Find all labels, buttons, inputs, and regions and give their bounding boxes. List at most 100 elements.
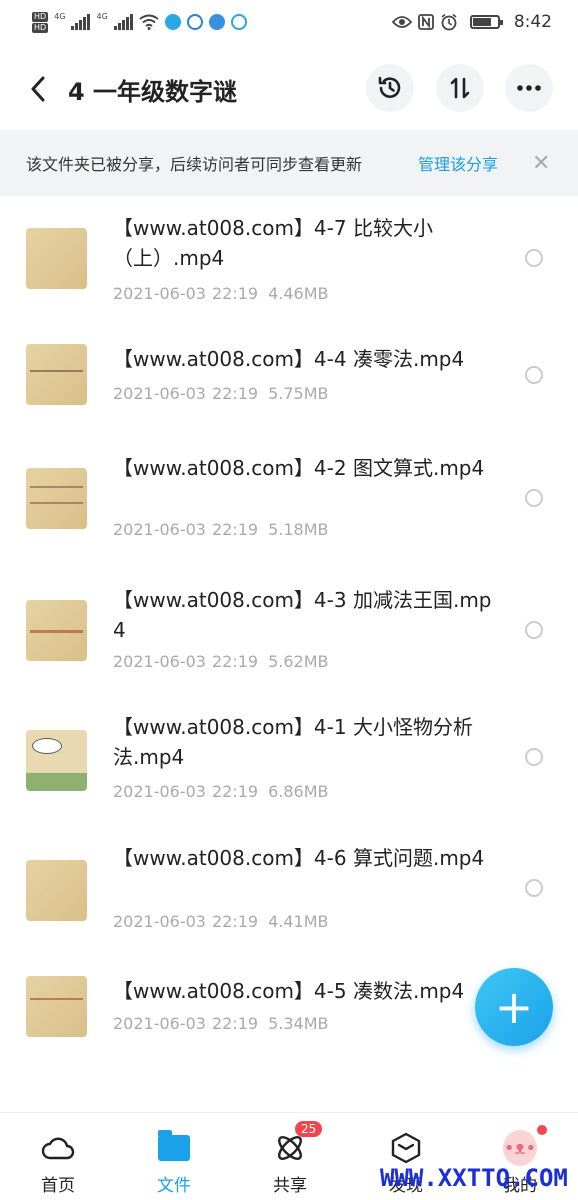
back-button[interactable] (26, 74, 50, 104)
history-button[interactable] (366, 64, 414, 112)
video-thumbnail (26, 600, 87, 661)
video-thumbnail (26, 860, 87, 921)
chevron-left-icon (31, 76, 45, 102)
file-size: 6.86MB (268, 782, 329, 801)
file-date: 2021-06-03 (113, 1014, 206, 1033)
tab-home-label: 首页 (41, 1176, 75, 1196)
select-radio[interactable] (525, 879, 543, 897)
file-time: 22:19 (211, 284, 259, 303)
file-date: 2021-06-03 (113, 520, 206, 539)
file-meta: 2021-06-03 22:19 5.75MB (113, 384, 329, 403)
video-thumbnail (26, 228, 87, 289)
file-time: 22:19 (211, 1014, 259, 1033)
file-size: 4.41MB (268, 912, 329, 931)
plus-icon: + (494, 980, 534, 1034)
signal-2-icon (113, 14, 133, 30)
page-title: 4 一年级数字谜 (68, 78, 238, 106)
file-meta: 2021-06-03 22:19 6.86MB (113, 782, 329, 801)
file-name: 【www.at008.com】4-4 凑零法.mp4 (113, 347, 465, 371)
hd-label-2: HD (32, 22, 49, 33)
tab-share-label: 共享 (273, 1176, 307, 1196)
hd-indicator: HD HD (32, 11, 49, 33)
signal-2-label: 4G (96, 11, 108, 21)
file-time: 22:19 (211, 520, 259, 539)
watermark-text: WWW.XXTTQ.COM (380, 1164, 568, 1192)
file-meta: 2021-06-03 22:19 4.46MB (113, 284, 329, 303)
file-meta: 2021-06-03 22:19 4.41MB (113, 912, 329, 931)
hd-label-1: HD (32, 11, 49, 22)
select-radio[interactable] (525, 621, 543, 639)
signal-1-label: 4G (54, 11, 66, 21)
eye-icon (391, 16, 412, 28)
close-banner-button[interactable]: ✕ (532, 151, 550, 176)
file-meta: 2021-06-03 22:19 5.18MB (113, 520, 329, 539)
select-radio[interactable] (525, 489, 543, 507)
status-bar: HD HD 4G 4G 8:42 (0, 0, 578, 44)
file-date: 2021-06-03 (113, 782, 206, 801)
battery-icon (469, 15, 503, 29)
share-banner: 该文件夹已被分享，后续访问者可同步查看更新 管理该分享 ✕ (0, 130, 578, 196)
tab-files-label: 文件 (157, 1176, 191, 1196)
file-meta: 2021-06-03 22:19 5.62MB (113, 652, 329, 671)
file-time: 22:19 (211, 384, 259, 403)
file-name: 【www.at008.com】4-2 图文算式.mp4 (113, 456, 485, 480)
share-banner-text: 该文件夹已被分享，后续访问者可同步查看更新 (26, 155, 363, 174)
file-time: 22:19 (211, 782, 259, 801)
file-date: 2021-06-03 (113, 384, 206, 403)
file-time: 22:19 (211, 652, 259, 671)
manage-share-link[interactable]: 管理该分享 (418, 151, 498, 175)
cloud-icon (41, 1131, 75, 1165)
select-radio[interactable] (525, 748, 543, 766)
tab-files[interactable]: 文件 (116, 1113, 232, 1200)
folder-icon (157, 1130, 191, 1165)
avatar-icon: •ᴥ• (503, 1125, 547, 1166)
file-name: 【www.at008.com】4-1 大小怪物分析法.mp4 (113, 715, 473, 769)
file-meta: 2021-06-03 22:19 5.34MB (113, 1014, 329, 1033)
file-size: 5.18MB (268, 520, 329, 539)
file-time: 22:19 (211, 912, 259, 931)
video-thumbnail (26, 468, 87, 529)
signal-1-icon (71, 14, 91, 30)
tab-share[interactable]: 25 共享 (232, 1113, 348, 1200)
select-radio[interactable] (525, 366, 543, 384)
avatar: •ᴥ• (503, 1130, 537, 1166)
tab-home[interactable]: 首页 (0, 1113, 116, 1200)
file-name: 【www.at008.com】4-3 加减法王国.mp4 (113, 588, 492, 642)
speech-bubble-shape (32, 738, 62, 754)
cube-icon (389, 1131, 423, 1165)
app-icon-4 (230, 14, 247, 30)
top-bar: 4 一年级数字谜 (0, 52, 578, 124)
share-orbit-icon: 25 (273, 1121, 323, 1165)
add-button[interactable]: + (475, 968, 553, 1046)
more-button[interactable] (505, 64, 553, 112)
file-date: 2021-06-03 (113, 652, 206, 671)
history-icon (378, 76, 401, 98)
notification-dot (537, 1125, 547, 1135)
file-date: 2021-06-03 (113, 284, 206, 303)
nfc-icon (417, 14, 434, 30)
file-name: 【www.at008.com】4-6 算式问题.mp4 (113, 846, 485, 870)
file-size: 4.46MB (268, 284, 329, 303)
file-name: 【www.at008.com】4-5 凑数法.mp4 (113, 979, 465, 1003)
app-icon-1 (164, 14, 181, 30)
sort-button[interactable] (436, 64, 484, 112)
sort-icon (450, 77, 470, 99)
video-thumbnail (26, 730, 87, 791)
video-thumbnail (26, 344, 87, 405)
file-date: 2021-06-03 (113, 912, 206, 931)
select-radio[interactable] (525, 249, 543, 267)
file-name: 【www.at008.com】4-7 比较大小（上）.mp4 (113, 216, 433, 270)
status-left: HD HD 4G 4G (32, 11, 247, 33)
share-count-badge: 25 (295, 1121, 323, 1137)
app-icon-2 (186, 14, 203, 30)
status-right: 8:42 (391, 12, 552, 32)
app-icon-3 (208, 14, 225, 30)
file-size: 5.62MB (268, 652, 329, 671)
file-size: 5.34MB (268, 1014, 329, 1033)
file-size: 5.75MB (268, 384, 329, 403)
status-time: 8:42 (513, 12, 552, 32)
wifi-icon (139, 14, 159, 30)
more-icon (517, 85, 541, 91)
video-thumbnail (26, 976, 87, 1037)
ground-shape (26, 773, 87, 791)
